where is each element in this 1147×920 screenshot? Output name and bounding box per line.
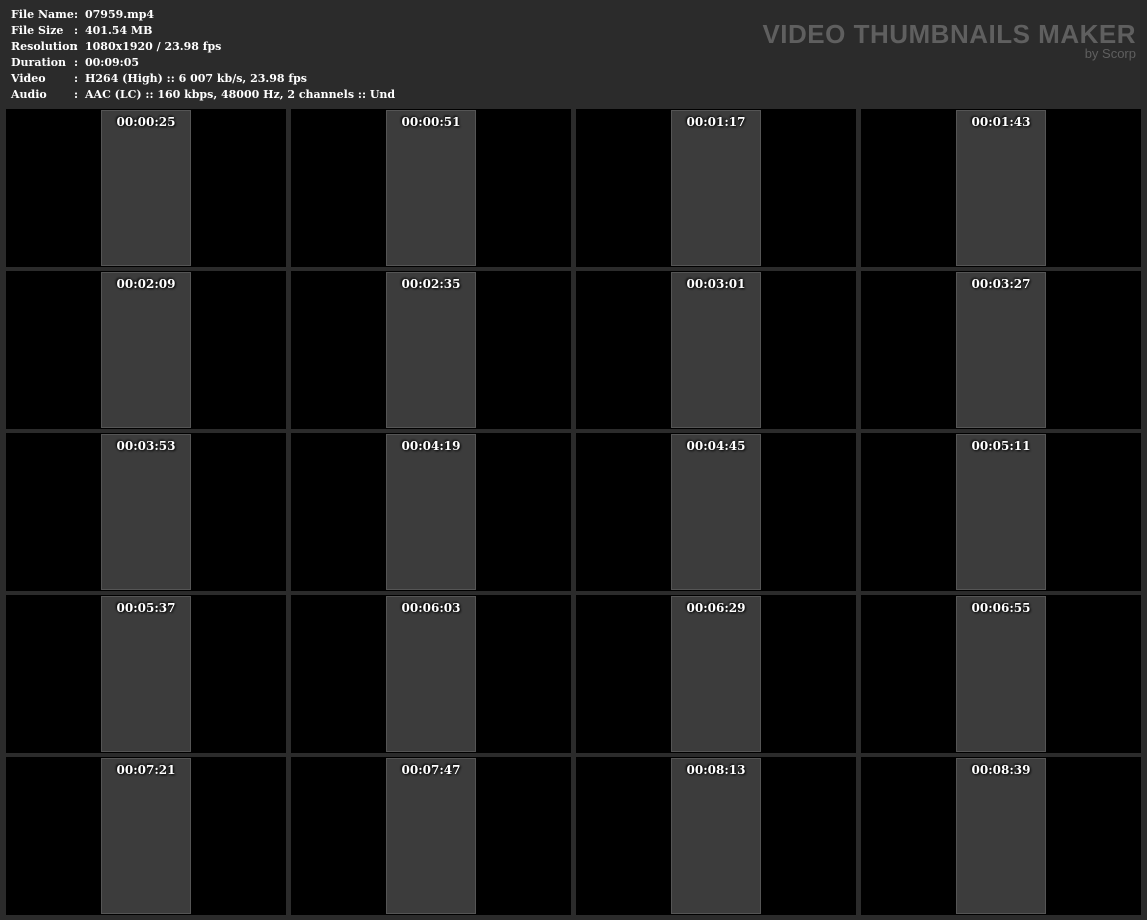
timestamp-label: 00:08:13: [686, 763, 746, 777]
info-row: Video: H264 (High) :: 6 007 kb/s, 23.98 f…: [11, 71, 395, 87]
info-row: Audio: AAC (LC) :: 160 kbps, 48000 Hz, 2 …: [11, 87, 395, 103]
timestamp-label: 00:00:25: [116, 115, 176, 129]
info-sep: :: [74, 56, 79, 69]
info-row: Duration:00:09:05: [11, 55, 395, 71]
frame-placeholder: 00:04:45: [671, 434, 761, 590]
frame-placeholder: 00:07:47: [386, 758, 476, 914]
thumbnail-cell: 00:00:25: [6, 109, 286, 267]
frame-placeholder: 00:06:03: [386, 596, 476, 752]
thumbnail-cell: 00:01:43: [861, 109, 1141, 267]
brand-watermark: VIDEO THUMBNAILS MAKER by Scorp: [762, 20, 1136, 60]
thumbnail-grid: 00:00:25 00:00:51 00:01:17 00:01:43 00:02:09…: [6, 109, 1141, 915]
info-row: File Size:401.54 MB: [11, 23, 395, 39]
info-value: AAC (LC) :: 160 kbps, 48000 Hz, 2 channe…: [85, 88, 396, 101]
thumbnail-cell: 00:08:13: [576, 757, 856, 915]
info-label: Resolution: [11, 40, 78, 53]
thumbnail-cell: 00:02:09: [6, 271, 286, 429]
frame-placeholder: 00:05:37: [101, 596, 191, 752]
info-label: Duration: [11, 56, 67, 69]
info-value: H264 (High) :: 6 007 kb/s, 23.98 fps: [85, 72, 307, 85]
info-value: 00:09:05: [85, 56, 140, 69]
frame-placeholder: 00:03:01: [671, 272, 761, 428]
timestamp-label: 00:07:21: [116, 763, 176, 777]
header: File Name:07959.mp4 File Size:401.54 MB …: [0, 0, 1147, 108]
frame-placeholder: 00:07:21: [101, 758, 191, 914]
info-sep: :: [74, 40, 79, 53]
info-row: Resolution:1080x1920 / 23.98 fps: [11, 39, 395, 55]
thumbnail-cell: 00:01:17: [576, 109, 856, 267]
file-info: File Name:07959.mp4 File Size:401.54 MB …: [11, 7, 395, 103]
frame-placeholder: 00:03:27: [956, 272, 1046, 428]
timestamp-label: 00:03:01: [686, 277, 746, 291]
thumbnail-cell: 00:03:53: [6, 433, 286, 591]
thumbnail-cell: 00:00:51: [291, 109, 571, 267]
info-label: Video: [11, 72, 46, 85]
frame-placeholder: 00:06:55: [956, 596, 1046, 752]
info-row: File Name:07959.mp4: [11, 7, 395, 23]
thumbnail-cell: 00:03:27: [861, 271, 1141, 429]
info-sep: :: [74, 8, 79, 21]
frame-placeholder: 00:00:51: [386, 110, 476, 266]
thumbnail-cell: 00:04:45: [576, 433, 856, 591]
info-value: 401.54 MB: [85, 24, 153, 37]
timestamp-label: 00:03:27: [971, 277, 1031, 291]
timestamp-label: 00:04:19: [401, 439, 461, 453]
timestamp-label: 00:01:17: [686, 115, 746, 129]
info-sep: :: [74, 24, 79, 37]
frame-placeholder: 00:04:19: [386, 434, 476, 590]
frame-placeholder: 00:01:43: [956, 110, 1046, 266]
thumbnail-cell: 00:05:37: [6, 595, 286, 753]
info-label: Audio: [11, 88, 47, 101]
brand-title: VIDEO THUMBNAILS MAKER: [762, 19, 1136, 49]
timestamp-label: 00:05:37: [116, 601, 176, 615]
thumbnail-cell: 00:05:11: [861, 433, 1141, 591]
thumbnail-cell: 00:06:55: [861, 595, 1141, 753]
thumbnail-cell: 00:03:01: [576, 271, 856, 429]
timestamp-label: 00:08:39: [971, 763, 1031, 777]
frame-placeholder: 00:00:25: [101, 110, 191, 266]
brand-byline: by Scorp: [1084, 46, 1136, 61]
frame-placeholder: 00:08:13: [671, 758, 761, 914]
timestamp-label: 00:06:29: [686, 601, 746, 615]
frame-placeholder: 00:08:39: [956, 758, 1046, 914]
timestamp-label: 00:06:55: [971, 601, 1031, 615]
timestamp-label: 00:05:11: [971, 439, 1031, 453]
thumbnail-cell: 00:02:35: [291, 271, 571, 429]
timestamp-label: 00:04:45: [686, 439, 746, 453]
timestamp-label: 00:02:09: [116, 277, 176, 291]
info-value: 1080x1920 / 23.98 fps: [85, 40, 222, 53]
info-sep: :: [74, 88, 79, 101]
thumbnail-cell: 00:08:39: [861, 757, 1141, 915]
thumbnail-cell: 00:06:03: [291, 595, 571, 753]
thumbnail-cell: 00:07:21: [6, 757, 286, 915]
timestamp-label: 00:03:53: [116, 439, 176, 453]
frame-placeholder: 00:03:53: [101, 434, 191, 590]
frame-placeholder: 00:02:09: [101, 272, 191, 428]
timestamp-label: 00:01:43: [971, 115, 1031, 129]
info-sep: :: [74, 72, 79, 85]
info-value: 07959.mp4: [85, 8, 155, 21]
frame-placeholder: 00:05:11: [956, 434, 1046, 590]
info-label: File Size: [11, 24, 64, 37]
timestamp-label: 00:06:03: [401, 601, 461, 615]
frame-placeholder: 00:06:29: [671, 596, 761, 752]
thumbnail-cell: 00:07:47: [291, 757, 571, 915]
timestamp-label: 00:02:35: [401, 277, 461, 291]
frame-placeholder: 00:01:17: [671, 110, 761, 266]
info-label: File Name: [11, 8, 74, 21]
frame-placeholder: 00:02:35: [386, 272, 476, 428]
thumbnail-cell: 00:06:29: [576, 595, 856, 753]
timestamp-label: 00:07:47: [401, 763, 461, 777]
thumbnail-cell: 00:04:19: [291, 433, 571, 591]
timestamp-label: 00:00:51: [401, 115, 461, 129]
